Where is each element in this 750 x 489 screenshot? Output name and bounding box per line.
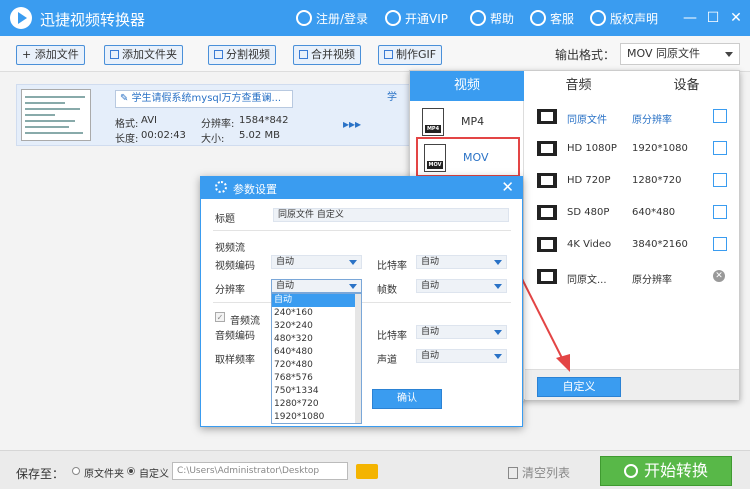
play-icon — [623, 464, 638, 478]
divider — [213, 230, 511, 231]
start-label: 开始转换 — [643, 461, 708, 480]
fps-label: 帧数 — [377, 285, 397, 296]
output-path-input[interactable]: C:\Users\Administrator\Desktop — [172, 462, 348, 480]
bottom-bar: 保存至： 原文件夹 自定义 C:\Users\Administrator\Des… — [0, 450, 750, 489]
video-codec-select[interactable]: 自动 — [271, 255, 362, 269]
video-stream-label: 视频流 — [215, 243, 245, 254]
resolution-select[interactable]: 自动 — [271, 279, 362, 293]
dropdown-option[interactable]: 自动 — [272, 294, 361, 307]
channel-select[interactable]: 自动 — [416, 349, 507, 363]
title-label: 标题 — [215, 214, 235, 225]
dropdown-option[interactable]: 640*480 — [272, 346, 361, 359]
clear-list-button[interactable]: 清空列表 — [508, 464, 570, 481]
audio-bitrate-select[interactable]: 自动 — [416, 325, 507, 339]
dropdown-option[interactable]: 240*160 — [272, 307, 361, 320]
clear-list-label: 清空列表 — [522, 466, 571, 480]
folder-icon[interactable] — [356, 464, 378, 479]
audio-stream-checkbox[interactable]: ✓ — [215, 312, 225, 322]
radio-custom-folder[interactable] — [127, 467, 135, 475]
confirm-button[interactable]: 确认 — [372, 389, 442, 409]
audio-codec-label: 音频编码 — [215, 331, 255, 342]
close-icon[interactable]: ✕ — [501, 178, 514, 196]
divider — [213, 302, 511, 303]
resolution-dropdown: 自动 240*160 320*240 480*320 640*480 720*4… — [271, 293, 362, 424]
scrollbar[interactable] — [355, 294, 361, 423]
dropdown-option[interactable]: 1280*720 — [272, 398, 361, 411]
sample-rate-label: 取样频率 — [215, 355, 255, 366]
audio-stream-label: 音频流 — [230, 316, 260, 327]
start-convert-button[interactable]: 开始转换 — [600, 456, 732, 486]
title-input[interactable]: 同原文件 自定义 — [273, 208, 509, 222]
save-to-label: 保存至： — [16, 467, 65, 481]
dropdown-option[interactable]: 1920*1080 — [272, 411, 361, 424]
dropdown-option[interactable]: 750*1334 — [272, 385, 361, 398]
parameter-dialog: 参数设置 ✕ 标题 同原文件 自定义 视频流 视频编码 自动 比特率 自动 分辨… — [200, 176, 523, 427]
radio-source-folder[interactable] — [72, 467, 80, 475]
dropdown-option[interactable]: 768*576 — [272, 372, 361, 385]
video-codec-label: 视频编码 — [215, 261, 255, 272]
trash-icon — [508, 467, 518, 479]
dropdown-option[interactable]: 720*480 — [272, 359, 361, 372]
video-bitrate-select[interactable]: 自动 — [416, 255, 507, 269]
resolution-label: 分辨率 — [215, 285, 245, 296]
dropdown-option[interactable]: 480*320 — [272, 333, 361, 346]
video-bitrate-label: 比特率 — [377, 261, 407, 272]
source-folder-label: 原文件夹 — [84, 469, 124, 480]
dropdown-option[interactable]: 320*240 — [272, 320, 361, 333]
dialog-title: 参数设置 — [233, 183, 277, 196]
dialog-header: 参数设置 ✕ — [201, 177, 522, 199]
custom-folder-label: 自定义 — [139, 469, 169, 480]
channel-label: 声道 — [377, 355, 397, 366]
fps-select[interactable]: 自动 — [416, 279, 507, 293]
audio-bitrate-label: 比特率 — [377, 331, 407, 342]
gear-icon — [215, 181, 227, 193]
